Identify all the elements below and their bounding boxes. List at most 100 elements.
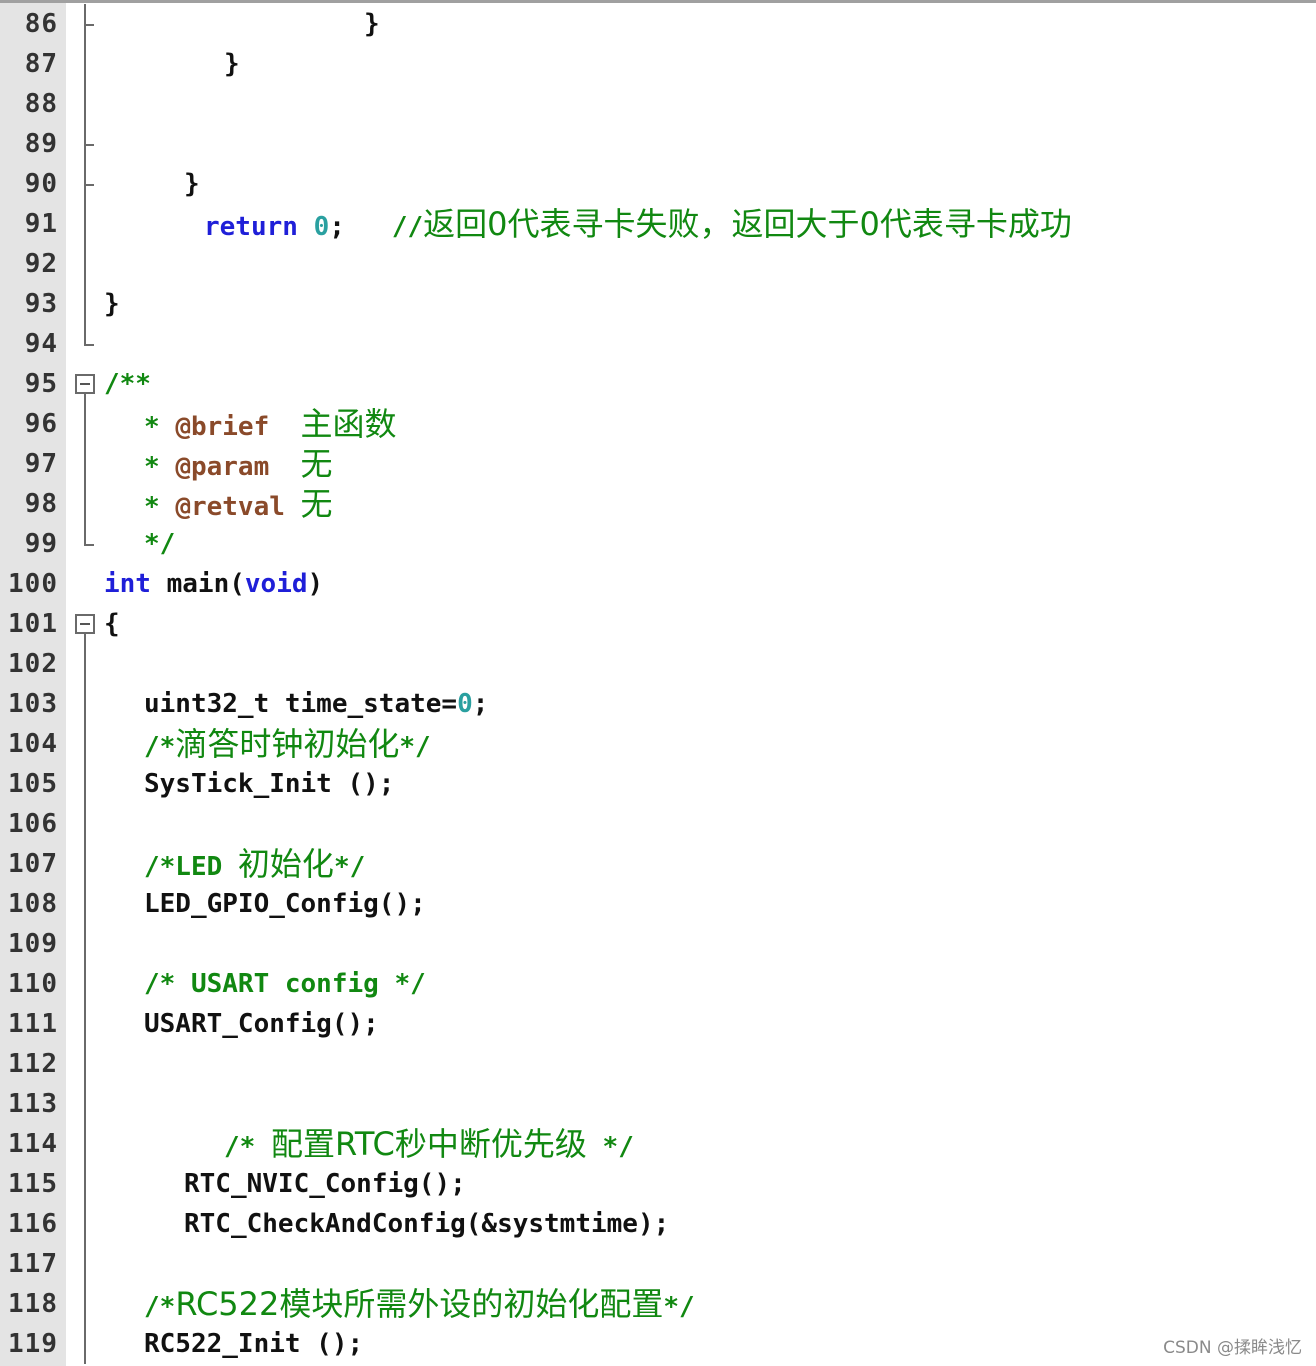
code-token: 0 (313, 212, 330, 242)
code-line[interactable]: 113 (0, 1084, 1316, 1124)
code-line[interactable]: 108 LED_GPIO_Config(); (0, 884, 1316, 924)
code-line[interactable]: 117 (0, 1244, 1316, 1284)
line-number: 89 (24, 129, 58, 159)
code-text[interactable]: * @param 无 (144, 444, 333, 484)
code-token: RTC_NVIC_Config(); (184, 1169, 466, 1199)
code-token: /* (224, 1132, 271, 1162)
code-line[interactable]: 109 (0, 924, 1316, 964)
code-line[interactable]: 119 RC522_Init (); (0, 1324, 1316, 1364)
code-token: 0 (457, 689, 473, 719)
code-text[interactable]: uint32_t time_state=0; (144, 684, 488, 724)
code-text[interactable]: /* USART config */ (144, 964, 426, 1004)
code-token: @param (175, 452, 301, 482)
code-text[interactable]: /*LED 初始化*/ (144, 844, 365, 884)
code-text[interactable]: RTC_NVIC_Config(); (184, 1164, 466, 1204)
line-number: 106 (8, 809, 58, 839)
line-number: 94 (24, 329, 58, 359)
line-number: 88 (24, 89, 58, 119)
line-number: 91 (24, 209, 58, 239)
code-token: * (144, 412, 176, 442)
code-line[interactable]: 94 (0, 324, 1316, 364)
code-line[interactable]: 106 (0, 804, 1316, 844)
code-text[interactable]: return 0; //返回0代表寻卡失败，返回大于0代表寻卡成功 (204, 204, 1072, 244)
code-token: 滴答时钟初始化 (175, 725, 400, 763)
code-line[interactable]: 105 SysTick_Init (); (0, 764, 1316, 804)
code-line[interactable]: 91 return 0; //返回0代表寻卡失败，返回大于0代表寻卡成功 (0, 204, 1316, 244)
code-line[interactable]: 95 /** (0, 364, 1316, 404)
code-text[interactable]: /** (104, 364, 151, 404)
code-line[interactable]: 110 /* USART config */ (0, 964, 1316, 1004)
code-line[interactable]: 111 USART_Config(); (0, 1004, 1316, 1044)
code-token: * (144, 492, 176, 522)
code-editor[interactable]: 86} 87} 88 89 90} 91 return 0; //返回0代表寻卡失败，返回大… (0, 0, 1316, 1366)
line-number: 95 (24, 369, 58, 399)
code-text[interactable]: /*滴答时钟初始化*/ (144, 724, 431, 764)
code-line[interactable]: 86} (0, 4, 1316, 44)
code-line[interactable]: 88 (0, 84, 1316, 124)
code-line[interactable]: 107 /*LED 初始化*/ (0, 844, 1316, 884)
line-number: 114 (8, 1129, 58, 1159)
fold-end-tick (84, 184, 94, 186)
code-line[interactable]: 103 uint32_t time_state=0; (0, 684, 1316, 724)
code-token: { (104, 609, 120, 639)
fold-end-tick (84, 344, 94, 346)
code-token: 主函数 (300, 405, 397, 443)
code-line[interactable]: 90} (0, 164, 1316, 204)
code-text[interactable]: */ (144, 524, 175, 564)
editor-top-border (0, 0, 1316, 3)
line-number: 119 (8, 1329, 58, 1359)
code-line[interactable]: 96 * @brief 主函数 (0, 404, 1316, 444)
code-token: */ (333, 852, 366, 882)
code-text[interactable]: } (104, 284, 120, 324)
code-token: /*LED (144, 852, 238, 882)
fold-collapse-icon[interactable] (75, 614, 95, 634)
code-line[interactable]: 98 * @retval 无 (0, 484, 1316, 524)
code-text[interactable]: } (364, 4, 380, 44)
code-line[interactable]: 104 /*滴答时钟初始化*/ (0, 724, 1316, 764)
fold-end-tick (84, 544, 94, 546)
line-number: 104 (8, 729, 58, 759)
code-text[interactable]: RTC_CheckAndConfig(&systmtime); (184, 1204, 669, 1244)
code-line[interactable]: 102 (0, 644, 1316, 684)
code-line[interactable]: 116 RTC_CheckAndConfig(&systmtime); (0, 1204, 1316, 1244)
fold-guide (84, 634, 86, 1364)
code-text[interactable]: } (224, 44, 240, 84)
code-line[interactable]: 97 * @param 无 (0, 444, 1316, 484)
code-line[interactable]: 115 RTC_NVIC_Config(); (0, 1164, 1316, 1204)
code-token: main( (150, 569, 245, 599)
code-text[interactable]: SysTick_Init (); (144, 764, 394, 804)
line-number: 108 (8, 889, 58, 919)
code-line[interactable]: 112 (0, 1044, 1316, 1084)
code-line[interactable]: 87} (0, 44, 1316, 84)
code-line[interactable]: 92 (0, 244, 1316, 284)
fold-collapse-icon[interactable] (75, 374, 95, 394)
line-number: 96 (24, 409, 58, 439)
code-text[interactable]: * @retval 无 (144, 484, 333, 524)
code-text[interactable]: USART_Config(); (144, 1004, 379, 1044)
code-line[interactable]: 93} (0, 284, 1316, 324)
code-token: LED_GPIO_Config(); (144, 889, 426, 919)
code-token: /* USART config */ (144, 969, 426, 999)
code-text[interactable]: /* 配置RTC秒中断优先级 */ (224, 1124, 634, 1164)
code-line[interactable]: 101 { (0, 604, 1316, 644)
code-text[interactable]: * @brief 主函数 (144, 404, 397, 444)
code-line[interactable]: 99 */ (0, 524, 1316, 564)
line-number: 111 (8, 1009, 58, 1039)
code-line[interactable]: 89 (0, 124, 1316, 164)
code-line[interactable]: 118 /*RC522模块所需外设的初始化配置*/ (0, 1284, 1316, 1324)
watermark: CSDN @揉眸浅忆 (1163, 1338, 1302, 1358)
code-text[interactable]: { (104, 604, 120, 644)
code-text[interactable]: int main(void) (104, 564, 323, 604)
code-line[interactable]: 100 int main(void) (0, 564, 1316, 604)
code-token: int (104, 569, 151, 599)
fold-guide (84, 394, 86, 544)
code-text[interactable]: RC522_Init (); (144, 1324, 363, 1364)
code-text[interactable]: } (184, 164, 200, 204)
code-token: 无 (300, 445, 333, 483)
code-line[interactable]: 114 /* 配置RTC秒中断优先级 */ (0, 1124, 1316, 1164)
code-text[interactable]: LED_GPIO_Config(); (144, 884, 426, 924)
code-token: 无 (300, 485, 333, 523)
code-token: SysTick_Init (); (144, 769, 395, 799)
line-number: 97 (24, 449, 58, 479)
code-text[interactable]: /*RC522模块所需外设的初始化配置*/ (144, 1284, 695, 1324)
